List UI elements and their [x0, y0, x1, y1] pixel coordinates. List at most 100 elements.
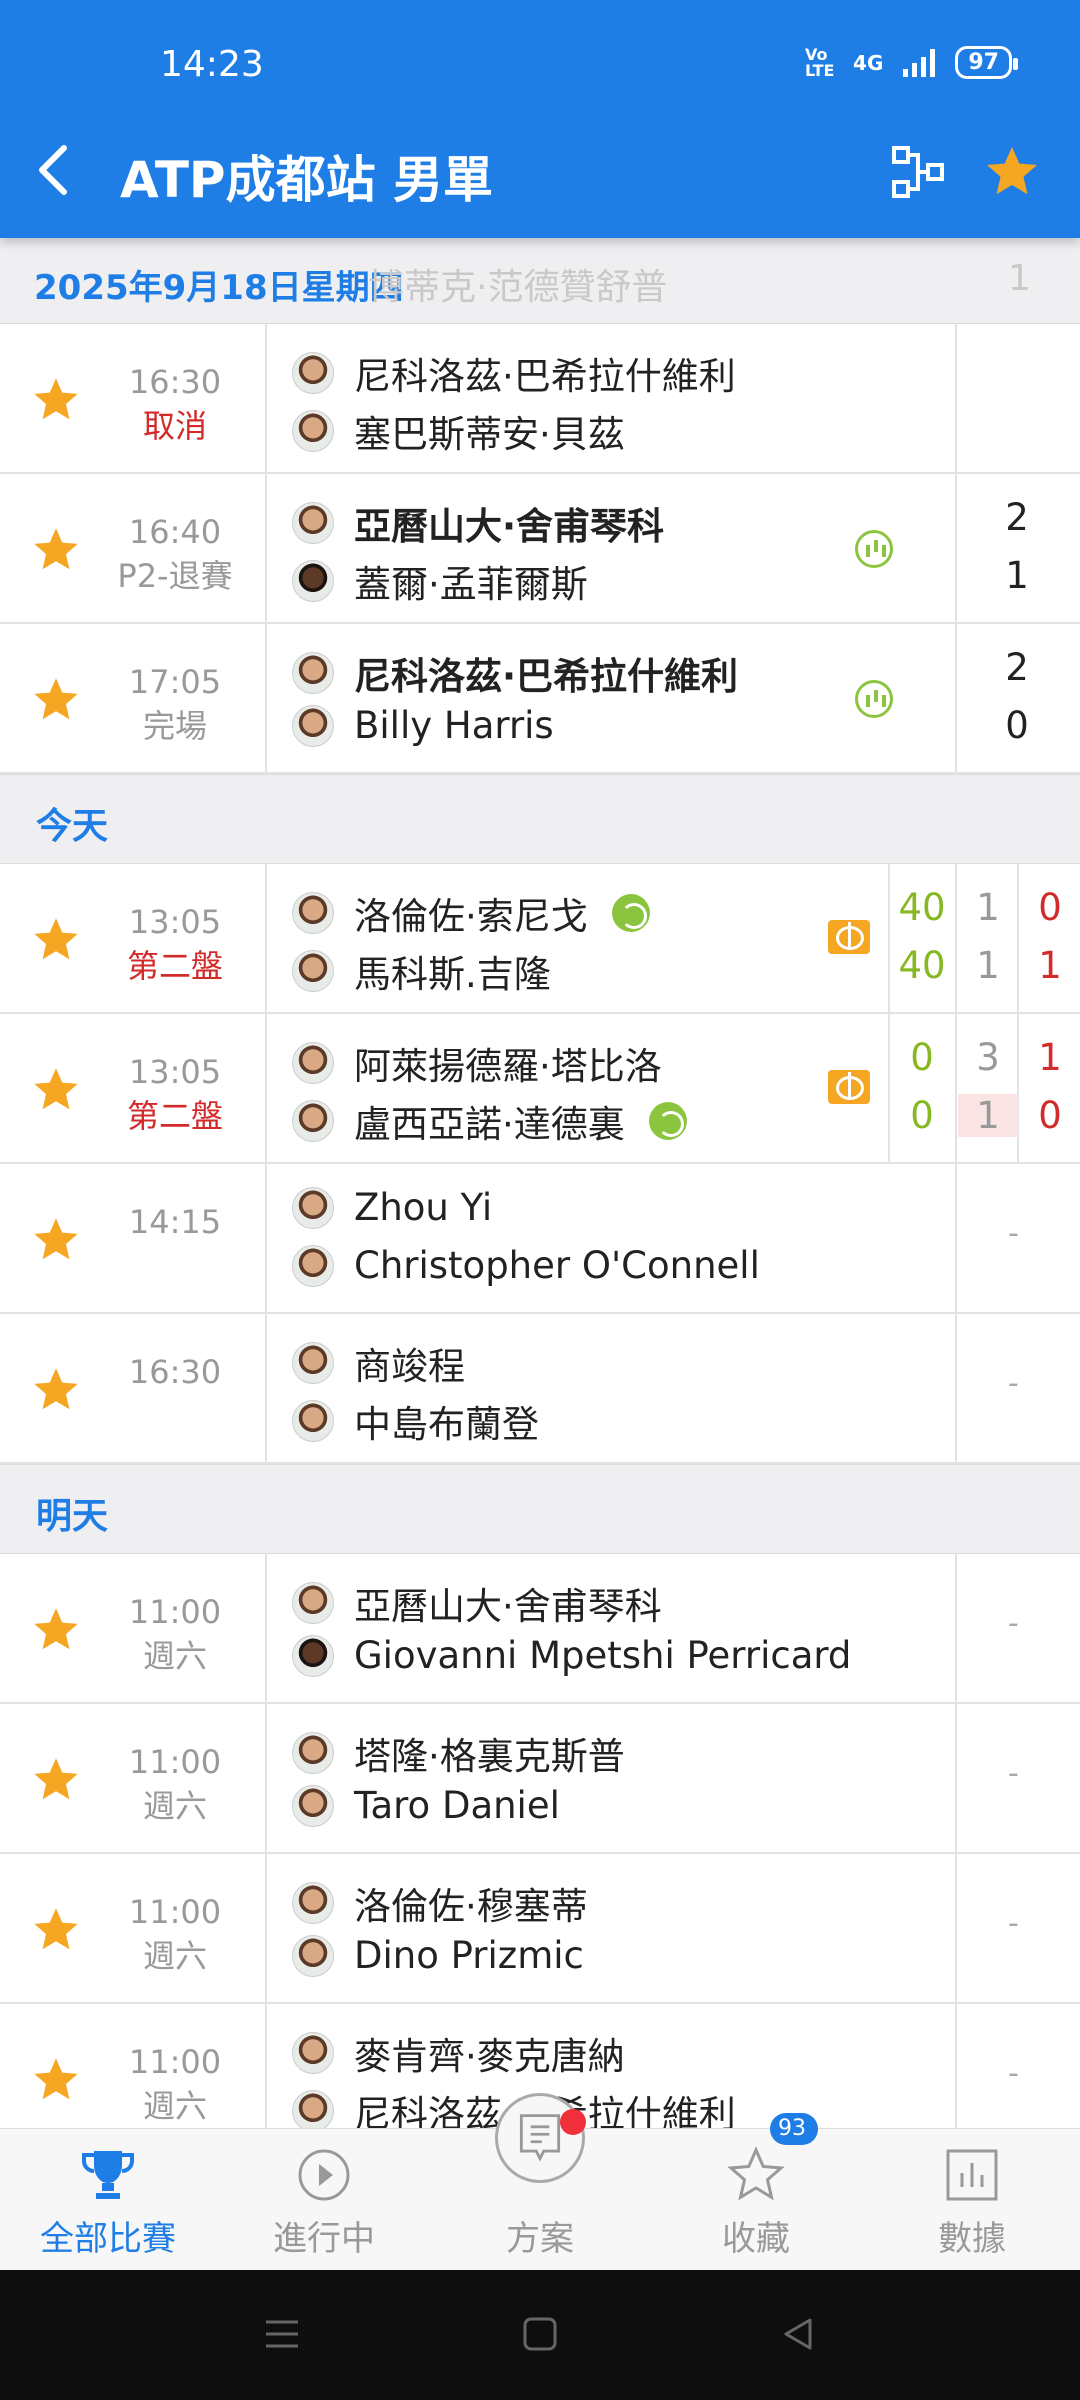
- player-2: Giovanni Mpetshi Perricard: [292, 1634, 851, 1677]
- match-time: 13:05: [128, 1053, 222, 1091]
- stats-icon[interactable]: [855, 680, 893, 718]
- player-1: 洛倫佐·穆塞蒂: [292, 1876, 588, 1930]
- player-name: Giovanni Mpetshi Perricard: [354, 1634, 852, 1677]
- divider: [888, 864, 890, 1012]
- nav-plan[interactable]: 方案: [432, 2093, 648, 2270]
- match-row[interactable]: 11:00 週六 洛倫佐·穆塞蒂 Dino Prizmic -: [0, 1854, 1080, 2004]
- player-1: 亞曆山大·舍甫琴科: [292, 1576, 662, 1630]
- live-court-icon[interactable]: [828, 920, 870, 954]
- match-day: 週六: [142, 1637, 207, 1675]
- match-row[interactable]: 13:05 第二盤 阿萊揚德羅·塔比洛 盧西亞諾·達德裏 0 0 3 1 1 0: [0, 1014, 1080, 1164]
- match-time: 11:00: [128, 1743, 222, 1781]
- favorite-star-icon[interactable]: [30, 1904, 82, 1956]
- notification-dot: [560, 2109, 586, 2135]
- status-time: 14:23: [160, 44, 264, 85]
- player-1: 洛倫佐·索尼戈: [292, 886, 650, 940]
- match-time: 11:00: [128, 2043, 222, 2081]
- set1-p1: 1: [976, 886, 1000, 929]
- player-name: 亞曆山大·舍甫琴科: [354, 505, 665, 548]
- bracket-icon[interactable]: [890, 144, 946, 200]
- divider: [265, 1854, 267, 2002]
- player-name: Zhou Yi: [354, 1186, 493, 1229]
- stats-icon[interactable]: [855, 530, 893, 568]
- match-row[interactable]: 16:30 商竣程 中島布蘭登 -: [0, 1314, 1080, 1464]
- divider: [265, 1704, 267, 1852]
- match-time: 11:00: [128, 1893, 222, 1931]
- chart-icon: [946, 2149, 998, 2201]
- divider: [265, 324, 267, 472]
- nav-data[interactable]: 數據: [864, 2129, 1080, 2270]
- match-status: 完場: [142, 707, 207, 745]
- player-1: 尼科洛茲·巴希拉什維利: [292, 346, 736, 400]
- points-p2: 40: [898, 944, 946, 987]
- player-avatar: [292, 352, 334, 394]
- match-row[interactable]: 14:15 Zhou Yi Christopher O'Connell -: [0, 1164, 1080, 1314]
- match-row[interactable]: 13:05 第二盤 洛倫佐·索尼戈 馬科斯.吉隆 40 40 1 1 0 1: [0, 864, 1080, 1014]
- partial-row-score: 1: [1008, 258, 1031, 299]
- divider: [265, 1554, 267, 1702]
- match-day: 週六: [142, 1787, 207, 1825]
- favorite-star-icon[interactable]: [30, 2054, 82, 2106]
- favorite-star-icon[interactable]: [30, 1364, 82, 1416]
- score-p1: 2: [1005, 646, 1029, 689]
- back-arrow-icon[interactable]: [28, 140, 78, 200]
- nav-all-matches[interactable]: 全部比賽: [0, 2129, 216, 2270]
- nav-label: 數據: [938, 2219, 1006, 2259]
- match-row[interactable]: 11:00 週六 亞曆山大·舍甫琴科 Giovanni Mpetshi Perrica…: [0, 1554, 1080, 1704]
- match-status: 第二盤: [126, 1097, 223, 1135]
- player-avatar: [292, 1784, 334, 1827]
- player-avatar: [292, 502, 334, 544]
- score-p1: 2: [1005, 496, 1029, 539]
- player-2: 盧西亞諾·達德裏: [292, 1094, 687, 1148]
- match-status: P2-退賽: [117, 557, 233, 595]
- favorite-star-icon[interactable]: [30, 1064, 82, 1116]
- favorite-star-icon[interactable]: [982, 142, 1042, 202]
- favorite-star-icon[interactable]: [30, 674, 82, 726]
- player-avatar: [292, 1934, 334, 1977]
- section-header: 今天: [0, 774, 1080, 864]
- divider: [265, 624, 267, 772]
- live-court-icon[interactable]: [828, 1070, 870, 1104]
- player-1: 麥肯齊·麥克唐納: [292, 2026, 625, 2080]
- match-row[interactable]: 16:40 P2-退賽 亞曆山大·舍甫琴科 蓋爾·孟菲爾斯 2 1: [0, 474, 1080, 624]
- set1-p2: 1: [976, 944, 1000, 987]
- match-list[interactable]: 2025年9月18日星期四 博蒂克·范德贊舒普 1 16:30 取消 尼科洛茲·巴希…: [0, 238, 1080, 2128]
- status-icons: Vo LTE 4G 97: [805, 46, 1018, 79]
- nav-favorites[interactable]: 收藏: [648, 2129, 864, 2270]
- set1-p1: 3: [976, 1036, 1000, 1079]
- points-p2: 0: [910, 1094, 934, 1137]
- favorite-star-icon[interactable]: [30, 374, 82, 426]
- set2-p2: 0: [1038, 1094, 1062, 1137]
- player-avatar: [292, 2032, 334, 2074]
- date-header: 2025年9月18日星期四 博蒂克·范德贊舒普 1: [0, 238, 1080, 324]
- favorite-star-icon[interactable]: [30, 1214, 82, 1266]
- favorite-star-icon[interactable]: [30, 1604, 82, 1656]
- play-icon: [298, 2149, 350, 2201]
- set2-p1: 1: [1038, 1036, 1062, 1079]
- score-placeholder: -: [1008, 2056, 1019, 2091]
- divider: [888, 1014, 890, 1162]
- player-name: Dino Prizmic: [354, 1934, 584, 1977]
- match-row[interactable]: 16:30 取消 尼科洛茲·巴希拉什維利 塞巴斯蒂安·貝茲: [0, 324, 1080, 474]
- favorite-star-icon[interactable]: [30, 524, 82, 576]
- page-title: ATP成都站 男單: [120, 151, 493, 209]
- nav-in-progress[interactable]: 進行中: [216, 2129, 432, 2270]
- player-2: Dino Prizmic: [292, 1934, 584, 1977]
- menu-icon[interactable]: [262, 2314, 302, 2354]
- player-avatar: [292, 704, 334, 747]
- favorite-star-icon[interactable]: [30, 1754, 82, 1806]
- player-avatar: [292, 410, 334, 452]
- match-row[interactable]: 11:00 週六 塔隆·格裏克斯普 Taro Daniel -: [0, 1704, 1080, 1854]
- score-placeholder: -: [1008, 1216, 1019, 1251]
- home-icon[interactable]: [520, 2314, 560, 2354]
- player-name: 尼科洛茲·巴希拉什維利: [354, 355, 736, 398]
- favorites-count-badge: 93: [770, 2113, 818, 2145]
- match-row[interactable]: 17:05 完場 尼科洛茲·巴希拉什維利 Billy Harris 2 0: [0, 624, 1080, 774]
- divider: [955, 1164, 957, 1312]
- serving-icon: [648, 1102, 687, 1140]
- player-avatar: [292, 1186, 334, 1229]
- back-nav-icon[interactable]: [778, 2314, 818, 2354]
- favorite-star-icon[interactable]: [30, 914, 82, 966]
- divider: [955, 2004, 957, 2128]
- player-name: 洛倫佐·索尼戈: [354, 895, 588, 938]
